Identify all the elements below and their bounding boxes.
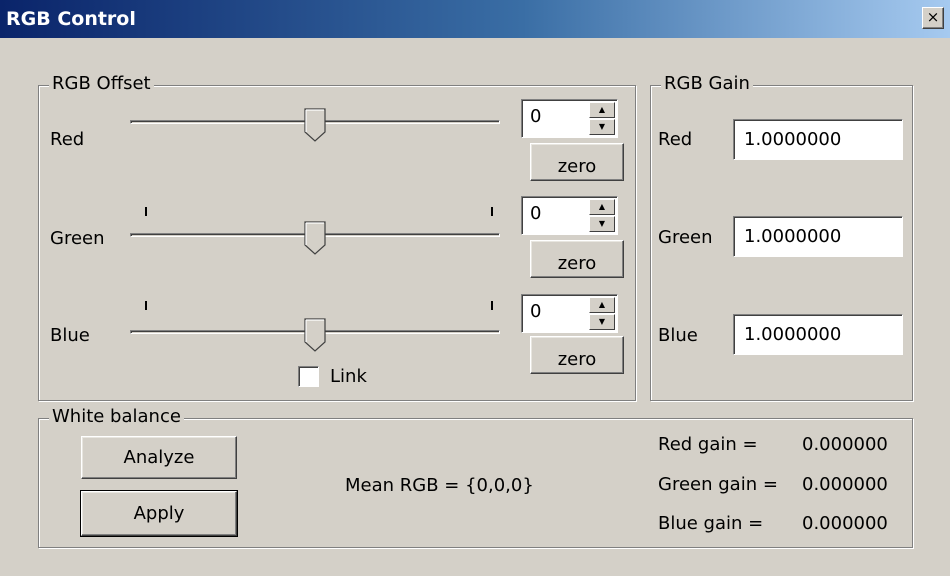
green-slider-tick (145, 207, 147, 216)
white-balance-legend: White balance (49, 406, 184, 428)
green-gain-result-value: 0.000000 (802, 474, 888, 495)
blue-gain-result-label: Blue gain = (658, 513, 764, 534)
green-slider-thumb[interactable] (304, 221, 326, 255)
spin-down-icon[interactable]: ▼ (589, 216, 615, 232)
gain-blue-label: Blue (658, 325, 698, 346)
rgb-gain-legend: RGB Gain (661, 73, 753, 95)
gain-red-label: Red (658, 129, 693, 150)
green-gain-input[interactable]: 1.0000000 (733, 216, 903, 257)
link-label[interactable]: Link (330, 366, 367, 387)
spin-down-icon[interactable]: ▼ (589, 314, 615, 330)
analyze-button[interactable]: Analyze (81, 436, 237, 479)
blue-offset-spinner[interactable]: 0 ▲ ▼ (521, 294, 618, 333)
spin-up-icon[interactable]: ▲ (589, 199, 615, 215)
blue-zero-button[interactable]: zero (530, 336, 624, 374)
red-offset-spinner[interactable]: 0 ▲ ▼ (521, 99, 618, 138)
green-slider-tick (491, 207, 493, 216)
close-button[interactable]: × (922, 7, 944, 29)
red-gain-input[interactable]: 1.0000000 (733, 119, 903, 160)
red-offset-value[interactable]: 0 (530, 106, 541, 127)
offset-red-label: Red (50, 129, 85, 150)
green-offset-value[interactable]: 0 (530, 203, 541, 224)
blue-gain-input[interactable]: 1.0000000 (733, 314, 903, 355)
apply-button[interactable]: Apply (80, 490, 238, 537)
title-bar: RGB Control × (0, 0, 950, 38)
red-gain-result-value: 0.000000 (802, 434, 888, 455)
blue-slider-tick (491, 301, 493, 310)
offset-green-label: Green (50, 228, 105, 249)
spin-down-icon[interactable]: ▼ (589, 119, 615, 135)
green-zero-button[interactable]: zero (530, 240, 624, 278)
red-slider-thumb[interactable] (304, 108, 326, 142)
offset-blue-label: Blue (50, 325, 90, 346)
green-gain-result-label: Green gain = (658, 474, 778, 495)
link-checkbox[interactable] (298, 366, 319, 387)
red-zero-button[interactable]: zero (530, 143, 624, 181)
spin-up-icon[interactable]: ▲ (589, 297, 615, 313)
close-icon: × (926, 8, 940, 26)
blue-offset-value[interactable]: 0 (530, 301, 541, 322)
blue-gain-result-value: 0.000000 (802, 513, 888, 534)
red-gain-result-label: Red gain = (658, 434, 758, 455)
mean-rgb-text: Mean RGB = {0,0,0} (345, 475, 534, 496)
blue-slider-thumb[interactable] (304, 318, 326, 352)
green-offset-spinner[interactable]: 0 ▲ ▼ (521, 196, 618, 235)
window-title: RGB Control (6, 8, 136, 30)
rgb-offset-legend: RGB Offset (49, 73, 154, 95)
gain-green-label: Green (658, 227, 713, 248)
spin-up-icon[interactable]: ▲ (589, 102, 615, 118)
blue-slider-tick (145, 301, 147, 310)
